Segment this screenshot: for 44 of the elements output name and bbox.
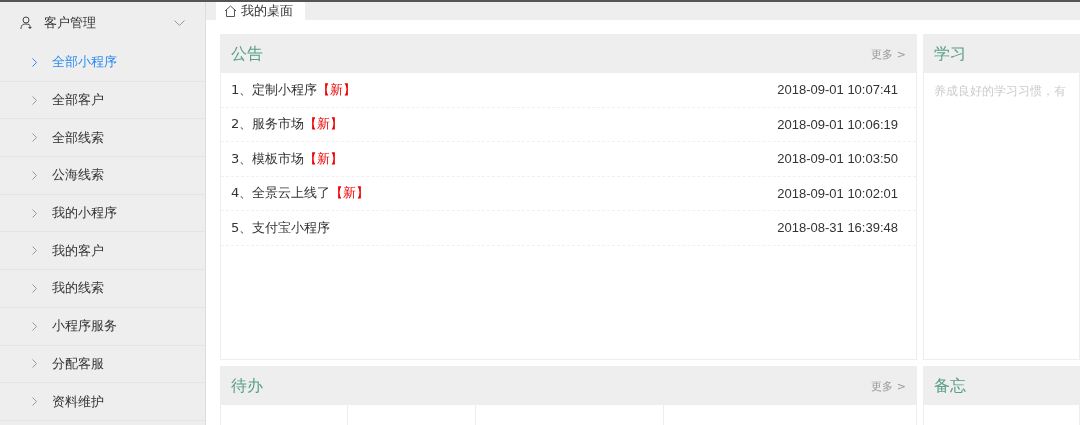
notice-title: 3、模板市场【新】 [231, 149, 344, 168]
notice-row[interactable]: 4、全景云上线了【新】 2018-09-01 10:02:01 [221, 176, 916, 211]
notice-time: 2018-09-01 10:02:01 [777, 185, 898, 201]
notice-time: 2018-08-31 16:39:48 [777, 220, 898, 236]
notice-row[interactable]: 3、模板市场【新】 2018-09-01 10:03:50 [221, 142, 916, 177]
notice-row[interactable]: 1、定制小程序【新】 2018-09-01 10:07:41 [221, 73, 916, 108]
notice-title: 2、服务市场【新】 [231, 115, 344, 134]
sidebar-item[interactable]: 全部客户 [0, 81, 205, 120]
panel-title: 备忘 [934, 375, 966, 397]
sidebar-item[interactable]: 资料维护 [0, 383, 205, 421]
tab[interactable]: 我的桌面 [216, 2, 305, 20]
sidebar-item[interactable]: 我的线索 [0, 270, 205, 308]
notice-time: 2018-09-01 10:03:50 [777, 151, 898, 167]
notice-title: 1、定制小程序【新】 [231, 80, 357, 99]
sidebar-item[interactable]: 分配客服 [0, 345, 205, 384]
notice-row[interactable]: 2、服务市场【新】 2018-09-01 10:06:19 [221, 107, 916, 142]
notice-time: 2018-09-01 10:07:41 [777, 82, 898, 98]
user-icon [20, 16, 34, 30]
home-icon [224, 5, 237, 17]
panel-title: 待办 [231, 375, 263, 397]
sidebar-item[interactable]: 全部线索 [0, 119, 205, 158]
sidebar-group[interactable]: 客户管理 [0, 2, 205, 44]
chevron-right-icon [32, 246, 38, 256]
panel-title: 学习 [934, 43, 966, 65]
chevron-right-icon [32, 321, 38, 331]
chevron-right-icon [32, 170, 38, 180]
chevron-right-icon [32, 283, 38, 293]
notice-title: 4、全景云上线了【新】 [231, 184, 370, 203]
sidebar-item[interactable]: 我的客户 [0, 232, 205, 271]
chevron-right-icon [32, 95, 38, 105]
sidebar-item[interactable]: 公海线索 [0, 157, 205, 195]
notice-title: 5、支付宝小程序 [231, 218, 331, 237]
chevron-right-icon [32, 208, 38, 218]
chevron-right-icon [32, 133, 38, 143]
chevron-right-icon [32, 397, 38, 407]
chevron-right-icon [32, 359, 38, 369]
panel-title: 公告 [231, 43, 263, 65]
notice-time: 2018-09-01 10:06:19 [777, 116, 898, 132]
sidebar-item[interactable]: 小程序服务 [0, 307, 205, 346]
sidebar-item[interactable]: 我的小程序 [0, 194, 205, 233]
chevron-down-icon [174, 20, 185, 26]
group-label: 客户管理 [44, 14, 97, 32]
chevron-right-icon [32, 57, 38, 67]
notice-row[interactable]: 5、支付宝小程序 2018-08-31 16:39:48 [221, 211, 916, 246]
